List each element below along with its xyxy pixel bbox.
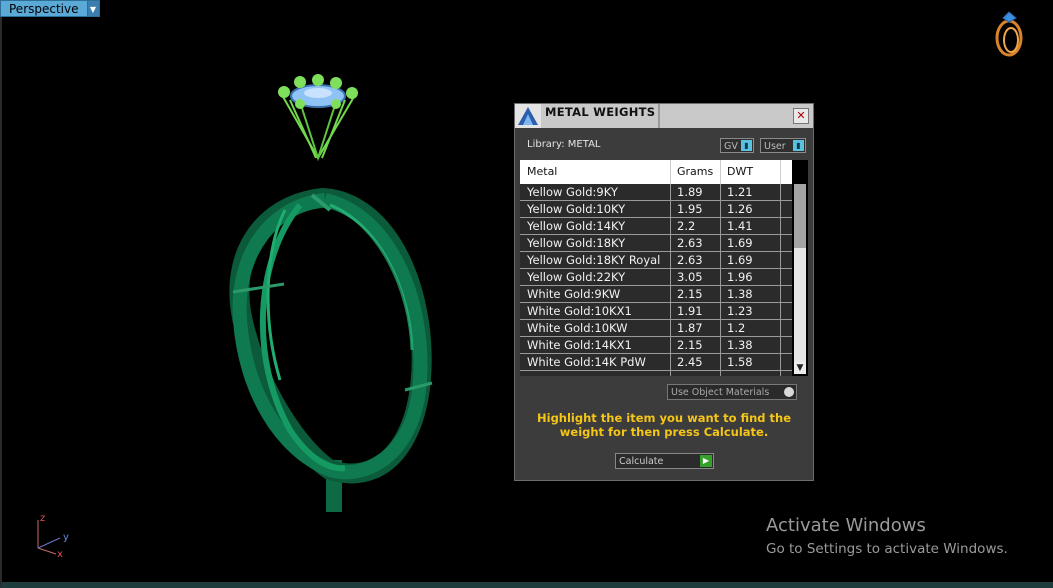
table-row[interactable]: Yellow Gold:14KY 2.2 1.41 xyxy=(520,218,792,235)
user-toggle-label: User xyxy=(764,141,786,152)
panel-title-bar[interactable]: METAL WEIGHTS ✕ xyxy=(515,104,813,128)
user-toggle[interactable]: User ▮ xyxy=(760,138,806,153)
metal-weights-table[interactable]: Metal Grams DWT Yellow Gold:9KY 1.89 1.21 … xyxy=(520,160,808,376)
cell-dwt: 1.69 xyxy=(727,253,753,267)
cell-metal: Yellow Gold:14KY xyxy=(527,219,626,233)
instruction-text: Highlight the item you want to find the … xyxy=(537,411,791,439)
cell-metal: White Gold:14K PdW xyxy=(527,355,646,369)
cell-metal: Yellow Gold:18KY xyxy=(527,236,626,250)
cell-grams: 1.89 xyxy=(677,185,703,199)
table-header: Metal Grams DWT xyxy=(520,160,792,184)
cell-metal: Yellow Gold:18KY Royal xyxy=(527,253,661,267)
table-body: Yellow Gold:9KY 1.89 1.21 Yellow Gold:10KY… xyxy=(520,184,792,376)
watermark-title: Activate Windows xyxy=(766,515,926,536)
calculate-label: Calculate xyxy=(619,456,664,467)
table-scrollbar[interactable]: ▼ xyxy=(792,160,808,376)
cell-dwt: 1.96 xyxy=(727,270,753,284)
table-row[interactable]: Yellow Gold:18KY 2.63 1.69 xyxy=(520,235,792,252)
title-tab-separator xyxy=(658,104,660,128)
cell-dwt: 1.21 xyxy=(727,185,753,199)
column-header-dwt[interactable]: DWT xyxy=(727,165,753,178)
cell-grams: 1.87 xyxy=(677,321,703,335)
column-divider xyxy=(780,160,781,184)
table-row-partial[interactable] xyxy=(520,371,792,376)
cell-grams: 2.63 xyxy=(677,236,703,250)
cell-dwt: 1.58 xyxy=(727,355,753,369)
table-row[interactable]: White Gold:10KX1 1.91 1.23 xyxy=(520,303,792,320)
table-row[interactable]: Yellow Gold:9KY 1.89 1.21 xyxy=(520,184,792,201)
column-divider xyxy=(670,160,671,184)
windows-activation-watermark: Activate Windows Go to Settings to activ… xyxy=(766,515,1008,557)
calculate-button[interactable]: Calculate ▶ xyxy=(615,453,714,469)
cell-grams: 1.95 xyxy=(677,202,703,216)
table-row[interactable]: White Gold:10KW 1.87 1.2 xyxy=(520,320,792,337)
close-icon[interactable]: ✕ xyxy=(793,108,809,124)
table-row[interactable]: Yellow Gold:22KY 3.05 1.96 xyxy=(520,269,792,286)
3d-viewport[interactable]: Perspective ▼ z y x METAL WEIGHTS ✕ Libr… xyxy=(0,0,1053,588)
cell-grams: 1.91 xyxy=(677,304,703,318)
axis-x-label: x xyxy=(57,549,63,560)
use-object-materials-label: Use Object Materials xyxy=(671,387,770,398)
cell-dwt: 1.38 xyxy=(727,287,753,301)
cell-dwt: 1.26 xyxy=(727,202,753,216)
toggle-indicator-icon: ▮ xyxy=(741,140,752,151)
cell-metal: White Gold:14KX1 xyxy=(527,338,632,352)
cell-metal: Yellow Gold:22KY xyxy=(527,270,626,284)
radio-indicator-icon xyxy=(784,387,794,397)
table-row[interactable]: Yellow Gold:10KY 1.95 1.26 xyxy=(520,201,792,218)
axis-y-label: y xyxy=(63,532,69,543)
app-logo-icon xyxy=(515,104,541,128)
cell-grams: 2.2 xyxy=(677,219,696,233)
cell-dwt: 1.23 xyxy=(727,304,753,318)
cell-dwt: 1.2 xyxy=(727,321,746,335)
use-object-materials-toggle[interactable]: Use Object Materials xyxy=(667,384,797,400)
table-row[interactable]: White Gold:14KX1 2.15 1.38 xyxy=(520,337,792,354)
column-header-grams[interactable]: Grams xyxy=(677,165,713,178)
gv-toggle-label: GV xyxy=(724,141,738,152)
cell-metal: White Gold:10KX1 xyxy=(527,304,632,318)
gv-toggle[interactable]: GV ▮ xyxy=(720,138,754,153)
watermark-subtitle: Go to Settings to activate Windows. xyxy=(766,541,1008,557)
cell-grams: 3.05 xyxy=(677,270,703,284)
panel-title: METAL WEIGHTS xyxy=(545,105,656,119)
cell-dwt: 1.41 xyxy=(727,219,753,233)
library-label: Library: METAL xyxy=(527,139,601,150)
cell-metal: Yellow Gold:10KY xyxy=(527,202,626,216)
cell-metal: White Gold:10KW xyxy=(527,321,628,335)
play-arrow-icon: ▶ xyxy=(700,455,712,467)
cell-grams: 2.15 xyxy=(677,287,703,301)
cell-grams: 2.63 xyxy=(677,253,703,267)
column-divider xyxy=(720,160,721,184)
axis-gizmo: z y x xyxy=(37,513,69,560)
cell-grams: 2.15 xyxy=(677,338,703,352)
table-row[interactable]: Yellow Gold:18KY Royal 2.63 1.69 xyxy=(520,252,792,269)
scroll-down-icon[interactable]: ▼ xyxy=(794,362,806,374)
cell-metal: Yellow Gold:9KY xyxy=(527,185,618,199)
table-row[interactable]: White Gold:14K PdW 2.45 1.58 xyxy=(520,354,792,371)
ring-head-setting xyxy=(278,74,358,162)
table-row[interactable]: White Gold:9KW 2.15 1.38 xyxy=(520,286,792,303)
metal-weights-panel: METAL WEIGHTS ✕ Library: METAL GV ▮ User… xyxy=(514,103,814,481)
ring-logo-icon xyxy=(995,11,1023,57)
axis-z-label: z xyxy=(40,513,45,524)
cell-grams: 2.45 xyxy=(677,355,703,369)
cell-dwt: 1.38 xyxy=(727,338,753,352)
column-header-metal[interactable]: Metal xyxy=(527,165,557,178)
scrollbar-thumb[interactable] xyxy=(794,184,806,248)
cell-dwt: 1.69 xyxy=(727,236,753,250)
cell-metal: White Gold:9KW xyxy=(527,287,621,301)
toggle-indicator-icon: ▮ xyxy=(793,140,804,151)
